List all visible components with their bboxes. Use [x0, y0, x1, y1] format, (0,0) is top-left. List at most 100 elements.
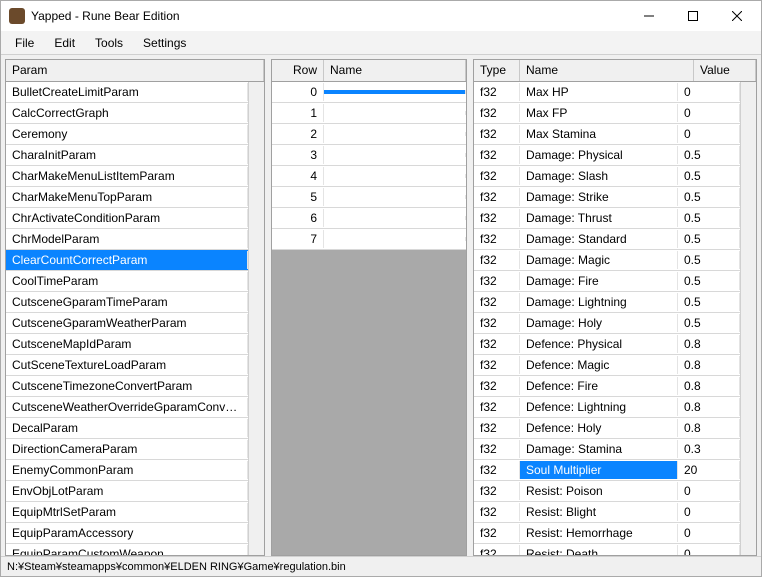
row-header-row[interactable]: Row	[272, 60, 324, 81]
field-type: f32	[474, 83, 520, 101]
param-row[interactable]: EquipMtrlSetParam	[6, 502, 248, 523]
param-header-label[interactable]: Param	[6, 60, 264, 81]
minimize-button[interactable]	[627, 1, 671, 31]
param-row[interactable]: CalcCorrectGraph	[6, 103, 248, 124]
field-row[interactable]: f32Max Stamina0	[474, 124, 740, 145]
field-row[interactable]: f32Damage: Holy0.5	[474, 313, 740, 334]
field-row[interactable]: f32Soul Multiplier20	[474, 460, 740, 481]
row-row[interactable]: 3	[272, 145, 466, 166]
row-grid[interactable]: 01 234567	[272, 82, 466, 555]
param-row[interactable]: CharaInitParam	[6, 145, 248, 166]
row-index: 7	[272, 230, 324, 248]
field-row[interactable]: f32Damage: Thrust0.5	[474, 208, 740, 229]
param-grid[interactable]: BulletCreateLimitParamCalcCorrectGraphCe…	[6, 82, 248, 555]
field-row[interactable]: f32Defence: Magic0.8	[474, 355, 740, 376]
param-row[interactable]: CutsceneTimezoneConvertParam	[6, 376, 248, 397]
row-row[interactable]: 0	[272, 82, 466, 103]
field-row[interactable]: f32Damage: Magic0.5	[474, 250, 740, 271]
param-row[interactable]: DecalParam	[6, 418, 248, 439]
menu-settings[interactable]: Settings	[133, 33, 196, 53]
field-row[interactable]: f32Resist: Hemorrhage0	[474, 523, 740, 544]
field-header-value[interactable]: Value	[694, 60, 756, 81]
menu-tools[interactable]: Tools	[85, 33, 133, 53]
row-header-name[interactable]: Name	[324, 60, 466, 81]
param-row[interactable]: BulletCreateLimitParam	[6, 82, 248, 103]
field-header-name[interactable]: Name	[520, 60, 694, 81]
param-name: CutsceneGparamWeatherParam	[6, 314, 248, 332]
field-row[interactable]: f32Defence: Fire0.8	[474, 376, 740, 397]
param-row[interactable]: EquipParamCustomWeapon	[6, 544, 248, 555]
row-row[interactable]: 5	[272, 187, 466, 208]
field-row[interactable]: f32Max FP0	[474, 103, 740, 124]
field-type: f32	[474, 314, 520, 332]
param-scrollbar[interactable]	[248, 82, 264, 555]
field-row[interactable]: f32Damage: Stamina0.3	[474, 439, 740, 460]
param-row[interactable]: DirectionCameraParam	[6, 439, 248, 460]
field-row[interactable]: f32Resist: Poison0	[474, 481, 740, 502]
field-name: Defence: Holy	[520, 419, 678, 437]
param-row[interactable]: CutsceneMapIdParam	[6, 334, 248, 355]
field-type: f32	[474, 356, 520, 374]
param-row[interactable]: EnvObjLotParam	[6, 481, 248, 502]
field-row[interactable]: f32Damage: Slash0.5	[474, 166, 740, 187]
param-row[interactable]: CharMakeMenuListItemParam	[6, 166, 248, 187]
param-row[interactable]: EquipParamAccessory	[6, 523, 248, 544]
param-name: EquipParamCustomWeapon	[6, 545, 248, 555]
param-row[interactable]: ChrActivateConditionParam	[6, 208, 248, 229]
field-value: 0.8	[678, 356, 740, 374]
param-row[interactable]: EnemyCommonParam	[6, 460, 248, 481]
param-name: ChrModelParam	[6, 230, 248, 248]
field-value: 0	[678, 482, 740, 500]
row-name	[324, 90, 466, 94]
field-row[interactable]: f32Damage: Strike0.5	[474, 187, 740, 208]
field-header-type[interactable]: Type	[474, 60, 520, 81]
param-name: EnemyCommonParam	[6, 461, 248, 479]
row-row[interactable]: 7	[272, 229, 466, 250]
field-type: f32	[474, 545, 520, 555]
menubar: File Edit Tools Settings	[1, 31, 761, 55]
field-value: 0.8	[678, 377, 740, 395]
row-row[interactable]: 2	[272, 124, 466, 145]
field-row[interactable]: f32Resist: Death0	[474, 544, 740, 555]
field-type: f32	[474, 272, 520, 290]
field-name: Max FP	[520, 104, 678, 122]
row-row[interactable]: 1	[272, 103, 466, 124]
field-row[interactable]: f32Damage: Standard0.5	[474, 229, 740, 250]
param-row[interactable]: CoolTimeParam	[6, 271, 248, 292]
param-name: Ceremony	[6, 125, 248, 143]
param-row[interactable]: CharMakeMenuTopParam	[6, 187, 248, 208]
param-row[interactable]: CutsceneGparamWeatherParam	[6, 313, 248, 334]
row-name	[324, 132, 466, 136]
field-row[interactable]: f32Damage: Lightning0.5	[474, 292, 740, 313]
window-title: Yapped - Rune Bear Edition	[31, 9, 627, 23]
param-row[interactable]: CutsceneWeatherOverrideGparamConvert...	[6, 397, 248, 418]
row-index: 1	[272, 104, 324, 122]
param-row[interactable]: ChrModelParam	[6, 229, 248, 250]
param-row[interactable]: ClearCountCorrectParam	[6, 250, 248, 271]
field-grid[interactable]: f32Max HP0f32Max FP0f32Max Stamina0f32Da…	[474, 82, 740, 555]
field-name: Max HP	[520, 83, 678, 101]
field-row[interactable]: f32Defence: Lightning0.8	[474, 397, 740, 418]
field-row[interactable]: f32Max HP0	[474, 82, 740, 103]
param-name: EquipParamAccessory	[6, 524, 248, 542]
menu-edit[interactable]: Edit	[44, 33, 85, 53]
close-button[interactable]	[715, 1, 759, 31]
row-row[interactable]: 6	[272, 208, 466, 229]
maximize-button[interactable]	[671, 1, 715, 31]
field-row[interactable]: f32Resist: Blight0	[474, 502, 740, 523]
param-row[interactable]: CutSceneTextureLoadParam	[6, 355, 248, 376]
param-name: CutsceneTimezoneConvertParam	[6, 377, 248, 395]
field-row[interactable]: f32Defence: Physical0.8	[474, 334, 740, 355]
param-row[interactable]: Ceremony	[6, 124, 248, 145]
menu-file[interactable]: File	[5, 33, 44, 53]
field-row[interactable]: f32Damage: Fire0.5	[474, 271, 740, 292]
field-scrollbar[interactable]	[740, 82, 756, 555]
param-row[interactable]: CutsceneGparamTimeParam	[6, 292, 248, 313]
field-value: 0.5	[678, 188, 740, 206]
field-row[interactable]: f32Defence: Holy0.8	[474, 418, 740, 439]
app-icon	[9, 8, 25, 24]
row-row[interactable]: 4	[272, 166, 466, 187]
field-name: Max Stamina	[520, 125, 678, 143]
field-row[interactable]: f32Damage: Physical0.5	[474, 145, 740, 166]
field-value: 0.5	[678, 209, 740, 227]
